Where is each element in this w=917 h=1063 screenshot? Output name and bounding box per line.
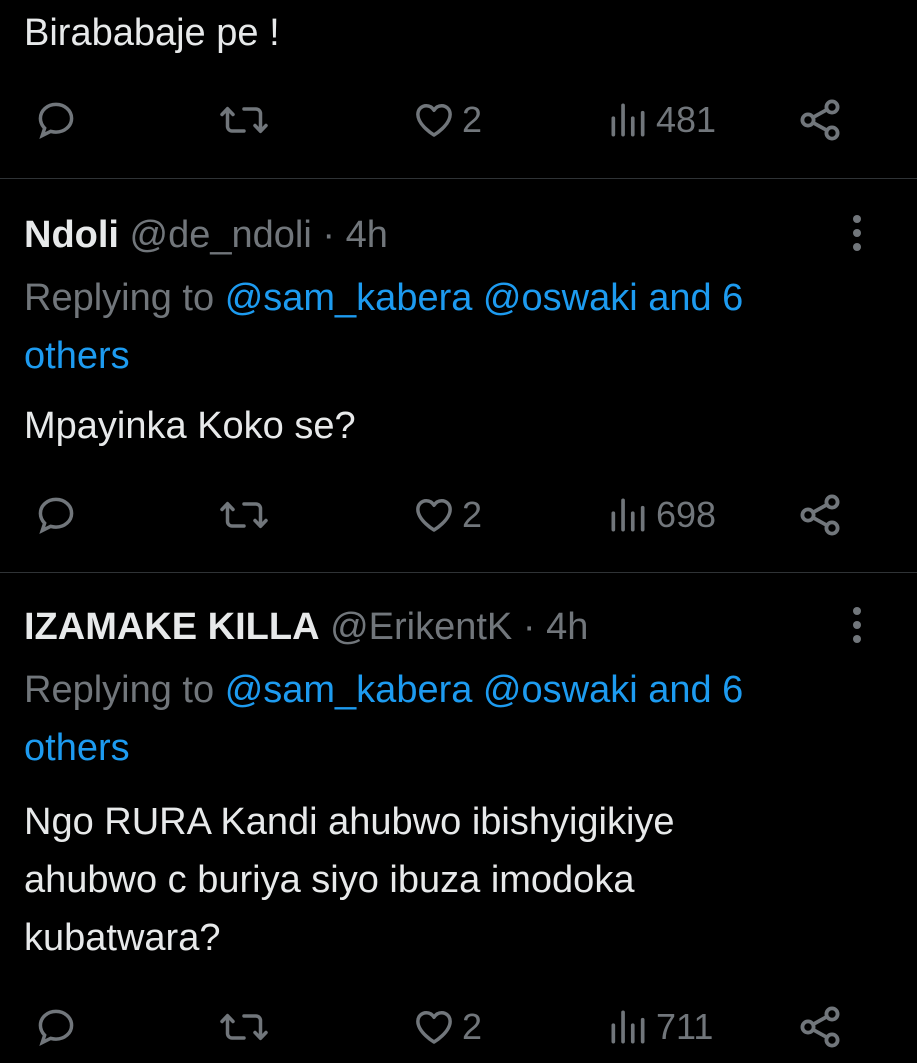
tweet-text-line: ahubwo c buriya siyo ibuza imodoka — [24, 859, 635, 901]
reply-button[interactable] — [34, 997, 78, 1057]
tweet-actions: 2 698 — [0, 485, 917, 545]
tweet-actions: 2 481 — [0, 90, 917, 150]
reply-button[interactable] — [34, 90, 78, 150]
view-count: 698 — [656, 494, 717, 535]
views-button[interactable]: 711 — [606, 997, 713, 1057]
retweet-icon — [220, 1013, 268, 1041]
replying-to: Replying to @sam_kabera @oswaki and 6 ot… — [24, 269, 884, 385]
tweet-2[interactable]: Ndoli @de_ndoli · 4h Replying to @sam_ka… — [0, 179, 917, 572]
author-handle[interactable]: @de_ndoli — [130, 214, 312, 256]
timestamp[interactable]: · 4h — [322, 214, 387, 256]
tweet-1[interactable]: Birababaje pe ! 2 481 — [0, 0, 917, 178]
more-button[interactable] — [837, 603, 877, 647]
retweet-button[interactable] — [218, 485, 270, 545]
replying-others[interactable]: others — [24, 727, 130, 769]
view-count: 711 — [656, 1006, 714, 1047]
replying-prefix: Replying to — [24, 669, 215, 711]
reply-icon — [38, 102, 74, 140]
like-icon — [416, 498, 452, 532]
tweet-text-line: Ngo RURA Kandi ahubwo ibishyigikiye — [24, 801, 675, 843]
share-icon — [800, 494, 840, 536]
like-count: 2 — [462, 1006, 483, 1047]
reply-icon — [38, 497, 74, 535]
like-count: 2 — [462, 494, 483, 535]
like-button[interactable]: 2 — [412, 997, 482, 1057]
author-handle[interactable]: @ErikentK — [330, 606, 512, 648]
author-name[interactable]: IZAMAKE KILLA — [24, 606, 320, 648]
view-count: 481 — [656, 99, 717, 140]
retweet-button[interactable] — [218, 997, 270, 1057]
share-button[interactable] — [796, 485, 844, 545]
tweet-header: IZAMAKE KILLA @ErikentK · 4h — [24, 605, 588, 649]
views-icon — [611, 1010, 645, 1044]
like-icon — [416, 103, 452, 137]
like-count: 2 — [462, 99, 483, 140]
tweet-text: Birababaje pe ! — [24, 12, 280, 54]
tweet-text-line: kubatwara? — [24, 917, 221, 959]
views-icon — [611, 498, 645, 532]
replying-prefix: Replying to — [24, 277, 215, 319]
share-icon — [800, 99, 840, 141]
retweet-icon — [220, 106, 268, 134]
reply-icon — [38, 1009, 74, 1047]
like-icon — [416, 1010, 452, 1044]
share-button[interactable] — [796, 997, 844, 1057]
views-icon — [611, 103, 645, 137]
retweet-button[interactable] — [218, 90, 270, 150]
reply-feed: Birababaje pe ! 2 481 Ndoli @de_ndoli · … — [0, 0, 917, 1063]
replying-others[interactable]: others — [24, 335, 130, 377]
replying-to: Replying to @sam_kabera @oswaki and 6 ot… — [24, 661, 884, 777]
tweet-text: Ngo RURA Kandi ahubwo ibishyigikiye ahub… — [24, 793, 884, 967]
reply-button[interactable] — [34, 485, 78, 545]
tweet-3[interactable]: IZAMAKE KILLA @ErikentK · 4h Replying to… — [0, 573, 917, 1063]
like-button[interactable]: 2 — [412, 90, 482, 150]
views-button[interactable]: 481 — [606, 90, 716, 150]
retweet-icon — [220, 501, 268, 529]
tweet-actions: 2 711 — [0, 997, 917, 1057]
share-button[interactable] — [796, 90, 844, 150]
replying-mentions[interactable]: @sam_kabera @oswaki and 6 — [225, 669, 744, 711]
tweet-text: Mpayinka Koko se? — [24, 405, 356, 447]
like-button[interactable]: 2 — [412, 485, 482, 545]
share-icon — [800, 1006, 840, 1048]
replying-mentions[interactable]: @sam_kabera @oswaki and 6 — [225, 277, 744, 319]
more-button[interactable] — [837, 211, 877, 255]
views-button[interactable]: 698 — [606, 485, 716, 545]
tweet-header: Ndoli @de_ndoli · 4h — [24, 213, 388, 257]
timestamp[interactable]: · 4h — [523, 606, 588, 648]
author-name[interactable]: Ndoli — [24, 214, 119, 256]
